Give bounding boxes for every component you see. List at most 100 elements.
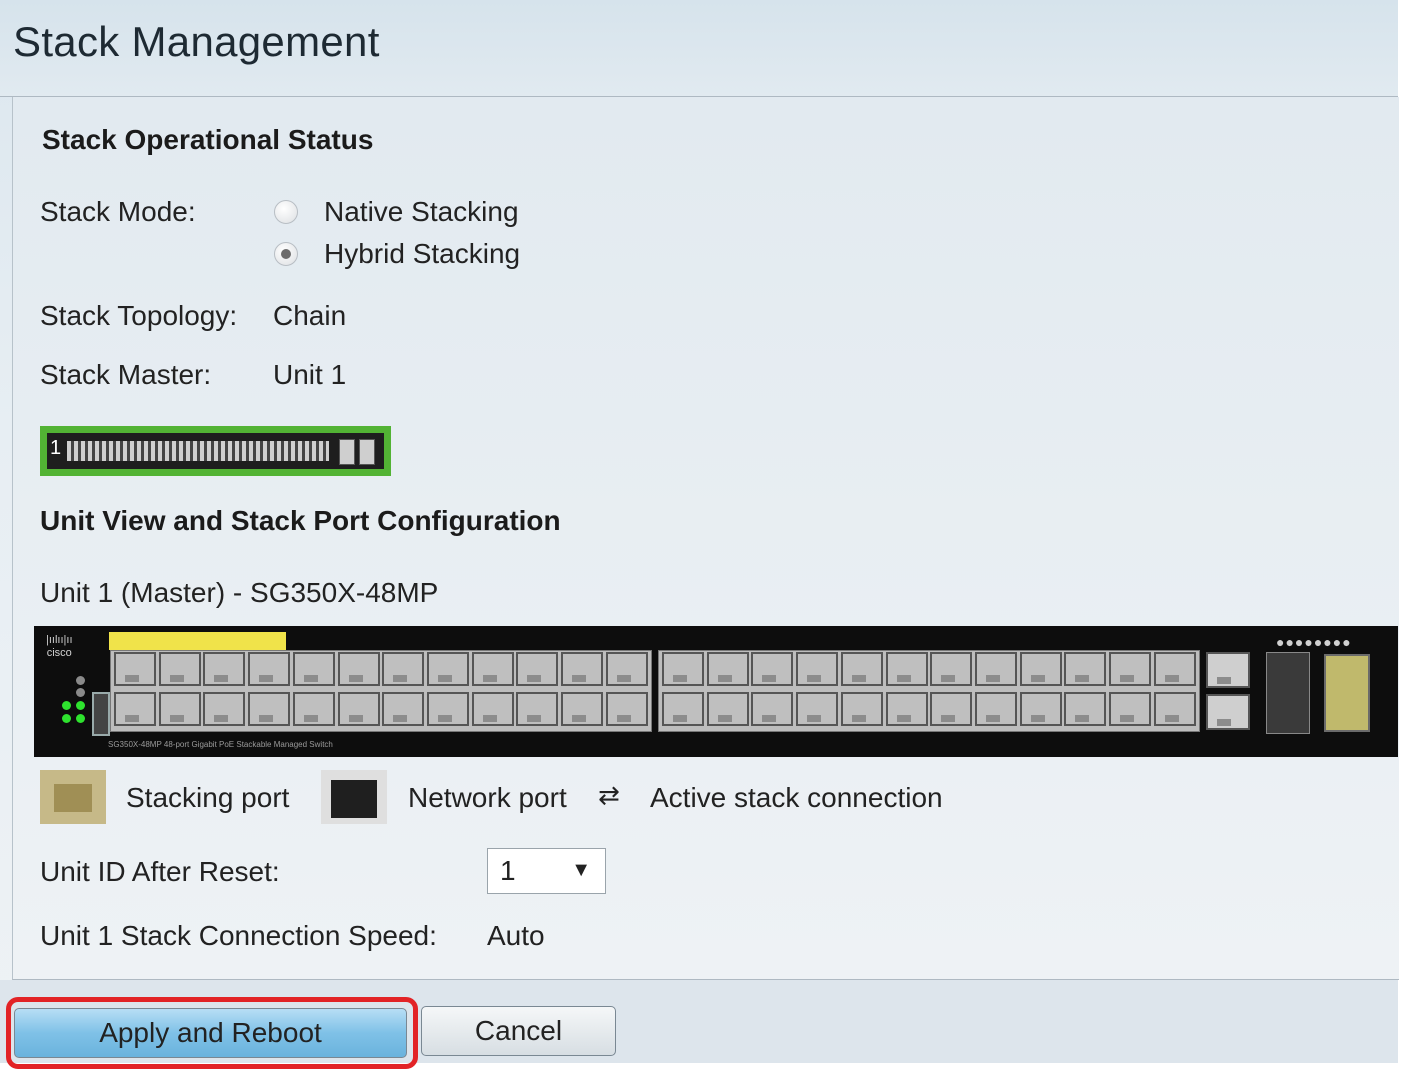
radio-hybrid-stacking[interactable] xyxy=(274,242,298,266)
network-port-legend-icon xyxy=(321,770,387,824)
led-4 xyxy=(76,701,85,710)
switch-front-panel: |ıılıı|ıı cisco ●●●●●●●● SG350X-48MP 48-… xyxy=(34,626,1398,757)
network-port-13[interactable] xyxy=(382,652,425,686)
network-port-46[interactable] xyxy=(1109,692,1151,726)
network-port-29[interactable] xyxy=(751,652,794,686)
section-title-status: Stack Operational Status xyxy=(42,124,374,155)
title-bar: Stack Management xyxy=(0,0,1398,97)
network-port-44[interactable] xyxy=(1064,692,1107,726)
legend-active-connection: Active stack connection xyxy=(650,782,943,813)
network-port-39[interactable] xyxy=(974,652,1017,686)
network-port-42[interactable] xyxy=(1019,692,1062,726)
mini-port-strip xyxy=(67,441,329,461)
network-port-11[interactable] xyxy=(337,652,380,686)
led-2 xyxy=(76,688,85,697)
unit-heading: Unit 1 (Master) - SG350X-48MP xyxy=(40,577,439,608)
radio-native-stacking-label[interactable]: Native Stacking xyxy=(324,196,519,228)
radio-native-stacking[interactable] xyxy=(274,200,298,224)
unit-id-select[interactable]: 1 ▼ xyxy=(487,848,606,894)
network-port-8[interactable] xyxy=(248,692,291,726)
network-port-48[interactable] xyxy=(1153,692,1196,726)
content-panel xyxy=(12,97,1399,980)
network-port-17[interactable] xyxy=(471,652,514,686)
network-port-12[interactable] xyxy=(337,692,380,726)
cisco-logo: |ıılıı|ıı cisco xyxy=(46,634,73,660)
network-port-49[interactable] xyxy=(1206,652,1250,688)
network-port-28[interactable] xyxy=(706,692,749,726)
page-title: Stack Management xyxy=(13,18,380,65)
network-port-50[interactable] xyxy=(1206,694,1250,730)
network-port-2[interactable] xyxy=(114,692,156,726)
sfp-port-slot[interactable] xyxy=(1266,652,1310,734)
network-port-40[interactable] xyxy=(974,692,1017,726)
network-port-30[interactable] xyxy=(751,692,794,726)
network-port-32[interactable] xyxy=(796,692,839,726)
stack-unit-1-body: 1 xyxy=(47,433,384,469)
led-3 xyxy=(62,701,71,710)
network-port-5[interactable] xyxy=(203,652,246,686)
stack-connection-speed-label: Unit 1 Stack Connection Speed: xyxy=(40,920,437,951)
network-port-25[interactable] xyxy=(662,652,704,686)
network-port-36[interactable] xyxy=(885,692,928,726)
cancel-button[interactable]: Cancel xyxy=(421,1006,616,1056)
network-port-14[interactable] xyxy=(382,692,425,726)
stacking-port-legend-icon xyxy=(40,770,106,824)
network-port-7[interactable] xyxy=(248,652,291,686)
network-port-26[interactable] xyxy=(662,692,704,726)
network-port-21[interactable] xyxy=(561,652,603,686)
dropdown-arrow-icon: ▼ xyxy=(571,859,591,881)
stack-connection-speed-value: Auto xyxy=(487,920,545,951)
network-port-15[interactable] xyxy=(426,652,469,686)
network-port-9[interactable] xyxy=(292,652,335,686)
stacking-port[interactable] xyxy=(1324,654,1370,732)
status-dots-icon: ●●●●●●●● xyxy=(1276,634,1352,650)
network-port-4[interactable] xyxy=(158,692,201,726)
network-port-3[interactable] xyxy=(158,652,201,686)
legend-network-port: Network port xyxy=(408,782,567,813)
network-port-33[interactable] xyxy=(840,652,883,686)
network-port-16[interactable] xyxy=(426,692,469,726)
mini-stack-port-b xyxy=(359,439,375,465)
cisco-logo-bars: |ıılıı|ıı xyxy=(46,634,73,646)
stack-mode-label: Stack Mode: xyxy=(40,196,196,227)
network-port-10[interactable] xyxy=(292,692,335,726)
network-port-35[interactable] xyxy=(885,652,928,686)
network-port-38[interactable] xyxy=(930,692,973,726)
network-port-43[interactable] xyxy=(1064,652,1107,686)
radio-hybrid-stacking-label[interactable]: Hybrid Stacking xyxy=(324,238,520,270)
switch-model-text: SG350X-48MP 48-port Gigabit PoE Stackabl… xyxy=(108,740,333,749)
legend-stacking-port: Stacking port xyxy=(126,782,290,813)
stack-unit-1-thumbnail[interactable]: 1 xyxy=(40,426,391,476)
page-frame: Stack Management Stack Operational Statu… xyxy=(0,0,1399,1069)
unit-id-select-value: 1 xyxy=(500,855,516,886)
network-port-37[interactable] xyxy=(930,652,973,686)
stack-unit-number: 1 xyxy=(50,437,62,459)
led-6 xyxy=(76,714,85,723)
stack-master-label: Stack Master: xyxy=(40,359,212,390)
led-1 xyxy=(76,676,85,685)
network-port-22[interactable] xyxy=(561,692,603,726)
stack-master-value: Unit 1 xyxy=(273,359,347,390)
stack-topology-value: Chain xyxy=(273,300,347,331)
network-port-47[interactable] xyxy=(1153,652,1196,686)
network-port-18[interactable] xyxy=(471,692,514,726)
section-title-unit-view: Unit View and Stack Port Configuration xyxy=(40,505,561,536)
network-port-1[interactable] xyxy=(114,652,156,686)
network-port-6[interactable] xyxy=(203,692,246,726)
network-port-19[interactable] xyxy=(516,652,559,686)
led-5 xyxy=(62,714,71,723)
network-port-23[interactable] xyxy=(605,652,648,686)
active-connection-icon: ⇄ xyxy=(598,780,620,810)
apply-button-highlight xyxy=(6,997,418,1069)
usb-port-icon xyxy=(92,692,110,736)
network-port-41[interactable] xyxy=(1019,652,1062,686)
network-port-31[interactable] xyxy=(796,652,839,686)
stack-topology-label: Stack Topology: xyxy=(40,300,238,331)
network-port-24[interactable] xyxy=(605,692,648,726)
network-port-34[interactable] xyxy=(840,692,883,726)
network-port-45[interactable] xyxy=(1109,652,1151,686)
network-port-27[interactable] xyxy=(706,652,749,686)
unit-id-after-reset-label: Unit ID After Reset: xyxy=(40,856,280,887)
network-port-20[interactable] xyxy=(516,692,559,726)
cisco-logo-text: cisco xyxy=(46,647,72,659)
